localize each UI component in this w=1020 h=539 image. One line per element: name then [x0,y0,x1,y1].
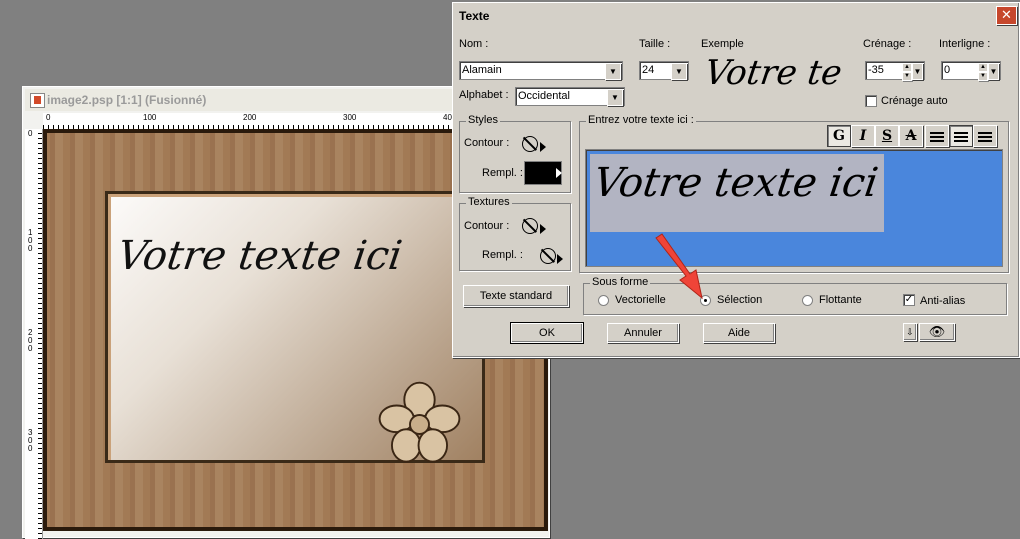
vertical-ruler: 0 1 0 0 2 0 0 3 0 0 [25,129,43,539]
close-icon[interactable]: ✕ [996,6,1017,25]
antialias-checkbox[interactable]: ✓ [903,294,915,306]
cancel-button[interactable]: Annuler [607,323,679,343]
ruler-label: 1 0 0 [28,228,33,253]
underline-button[interactable]: S [875,125,899,147]
entry-text: Votre texte ici [590,160,881,206]
chevron-down-icon[interactable]: ▼ [605,63,621,80]
vector-radio[interactable] [598,295,609,306]
alphabet-label: Alphabet : [459,89,509,101]
bold-button[interactable]: G [827,125,851,147]
align-right-button[interactable] [973,125,997,147]
ok-button[interactable]: OK [510,322,584,344]
italic-button[interactable]: I [851,125,875,147]
text-entry-label: Entrez votre texte ici : [586,114,696,126]
align-left-icon [930,130,944,142]
chevron-down-icon[interactable]: ▼ [671,63,687,80]
standard-text-button[interactable]: Texte standard [463,285,569,307]
textures-group-label: Textures [466,196,512,208]
ruler-label: 2 0 0 [28,328,33,353]
ruler-label: 200 [243,113,257,122]
alphabet-select[interactable]: Occidental ▼ [515,87,625,106]
font-name-select[interactable]: Alamain ▼ [459,61,623,80]
auto-kerning-label: Crénage auto [881,95,948,107]
ruler-label: 3 0 0 [28,428,33,453]
align-center-button[interactable] [949,125,973,147]
kerning-label: Crénage : [863,38,912,50]
image-window-title: image2.psp [1:1] (Fusionné) [47,93,207,107]
form-group-label: Sous forme [590,276,651,288]
canvas-text: Votre texte ici [114,233,405,279]
leading-spinner[interactable]: 0 ▲ ▼ ▼ [941,61,1001,81]
styles-outline-label: Contour : [464,137,510,149]
spin-arrows-icon[interactable]: ▲ ▼ [902,63,912,81]
align-right-icon [978,130,992,142]
collapse-arrow-icon[interactable]: ⇩ [903,323,917,341]
kerning-value: -35 [868,64,884,76]
align-left-button[interactable] [925,125,949,147]
textures-fill-label: Rempl. : [482,249,523,261]
size-value: 24 [642,64,655,76]
dialog-titlebar[interactable]: Texte [455,5,1015,27]
font-name-value: Alamain [462,64,502,76]
styles-group-label: Styles [466,114,500,126]
floating-label: Flottante [819,294,862,306]
kerning-spinner[interactable]: -35 ▲ ▼ ▼ [865,61,925,81]
size-label: Taille : [639,38,671,50]
text-entry-area[interactable]: Votre texte ici [585,149,1003,267]
help-button[interactable]: Aide [703,323,775,343]
sample-text: Votre te [703,53,845,93]
ruler-label: 300 [343,113,357,122]
annotation-arrow-icon [655,233,703,300]
text-dialog: Texte ✕ Nom : Alamain ▼ Alphabet : Occid… [452,2,1020,358]
antialias-label: Anti-alias [920,295,966,307]
auto-kerning-checkbox[interactable] [865,95,877,107]
no-texture-icon[interactable] [522,218,538,234]
preview-eye-icon[interactable]: 👁 [919,323,955,341]
leading-value: 0 [944,64,951,76]
spin-arrows-icon[interactable]: ▲ ▼ [978,63,988,81]
styles-fill-label: Rempl. : [482,167,523,179]
ruler-label: 0 [28,129,33,138]
flyout-arrow-icon[interactable] [540,224,546,234]
no-texture-icon[interactable] [540,248,556,264]
ruler-label: 100 [143,113,157,122]
align-center-icon [954,130,968,142]
ruler-label: 0 [46,113,51,122]
flyout-arrow-icon[interactable] [540,142,546,152]
sample-preview: Votre te [703,53,851,97]
alphabet-value: Occidental [518,90,570,102]
strikethrough-button[interactable]: A [899,125,923,147]
dialog-title: Texte [459,9,490,23]
floating-radio[interactable] [802,295,813,306]
flyout-arrow-icon[interactable] [556,168,562,178]
no-style-icon[interactable] [522,136,538,152]
chevron-down-icon[interactable]: ▼ [988,63,999,80]
sample-label: Exemple [701,38,744,50]
selection-label: Sélection [717,294,763,306]
chevron-down-icon[interactable]: ▼ [607,89,623,106]
font-name-label: Nom : [459,38,489,50]
styles-group: Styles Contour : Rempl. : [459,114,571,193]
paint-shop-pro-icon [30,93,45,108]
flyout-arrow-icon[interactable] [557,254,563,264]
leading-label: Interligne : [939,38,991,50]
size-select[interactable]: 24 ▼ [639,61,689,80]
textures-outline-label: Contour : [464,220,510,232]
chevron-down-icon[interactable]: ▼ [912,63,923,80]
textures-group: Textures Contour : Rempl. : [459,196,571,271]
flower-ornament [378,381,461,463]
